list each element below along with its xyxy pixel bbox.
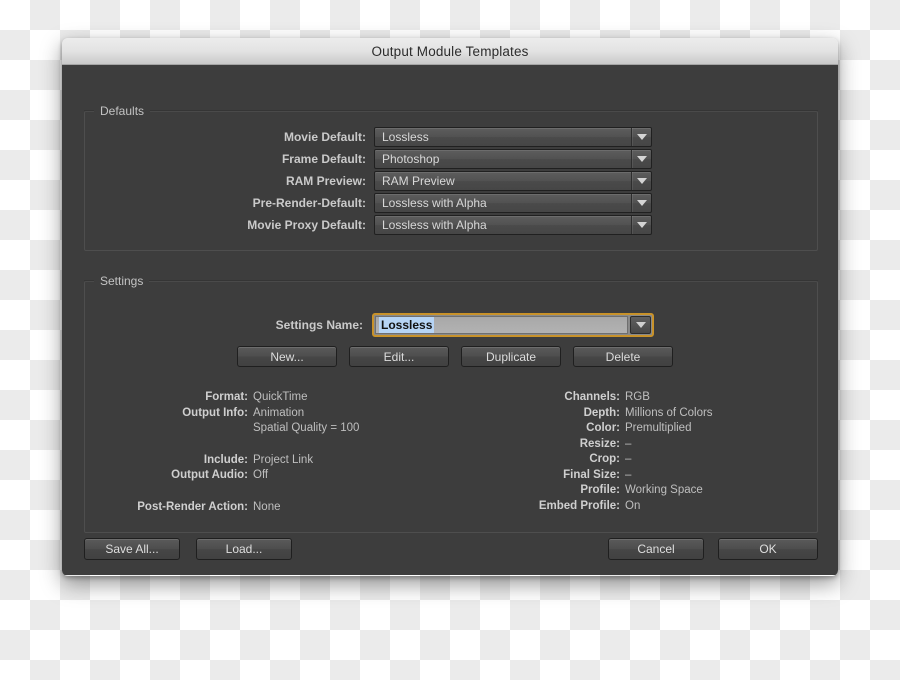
- info-value-profile: Working Space: [625, 484, 703, 496]
- ram-preview-label: RAM Preview:: [285, 174, 366, 188]
- info-value-output-info: Animation: [253, 406, 305, 419]
- frame-default-row: Frame Default: Photoshop: [85, 148, 817, 170]
- movie-default-row: Movie Default: Lossless: [85, 126, 817, 148]
- frame-default-dropdown[interactable]: Photoshop: [374, 149, 652, 169]
- settings-name-row: Settings Name: Lossless: [85, 312, 817, 338]
- info-value-output-audio: Off: [253, 469, 269, 481]
- edit-button[interactable]: Edit...: [349, 346, 449, 367]
- frame-default-value: Photoshop: [382, 152, 440, 166]
- info-row-final-size: Final Size: –: [445, 468, 775, 484]
- info-row-profile: Profile: Working Space: [445, 483, 775, 499]
- ram-preview-value: RAM Preview: [382, 174, 455, 188]
- info-value-format: QuickTime: [253, 391, 308, 403]
- info-value-crop: –: [625, 453, 632, 465]
- info-label-output-info: Output Info:: [182, 406, 248, 419]
- output-info-right-column: Channels: RGB Depth: Millions of Colors …: [445, 390, 775, 514]
- frame-default-label: Frame Default:: [281, 152, 366, 166]
- info-label-include: Include:: [203, 453, 248, 466]
- info-row-crop: Crop: –: [445, 452, 775, 468]
- load-button[interactable]: Load...: [196, 538, 292, 560]
- chevron-down-icon: [631, 216, 651, 234]
- info-row-depth: Depth: Millions of Colors: [445, 406, 775, 422]
- info-value-final-size: –: [625, 468, 632, 481]
- output-module-templates-dialog: Output Module Templates Defaults Movie D…: [62, 38, 838, 576]
- settings-group: Settings Settings Name: Lossless New... …: [84, 274, 818, 533]
- movie-default-label: Movie Default:: [283, 130, 366, 144]
- info-value-include: Project Link: [253, 453, 314, 466]
- settings-name-input[interactable]: Lossless: [375, 316, 628, 334]
- info-value-resize: –: [625, 437, 632, 450]
- info-row-embed-profile: Embed Profile: On: [445, 499, 775, 515]
- duplicate-button[interactable]: Duplicate: [461, 346, 561, 367]
- info-row-spatial-quality: Spatial Quality = 100: [85, 421, 415, 437]
- movie-proxy-default-dropdown[interactable]: Lossless with Alpha: [374, 215, 652, 235]
- info-row-output-audio: Output Audio: Off: [85, 468, 415, 484]
- chevron-down-icon: [631, 172, 651, 190]
- info-label-resize: Resize:: [579, 437, 620, 450]
- pre-render-default-row: Pre-Render-Default: Lossless with Alpha: [85, 192, 817, 214]
- ok-button[interactable]: OK: [718, 538, 818, 560]
- info-label-profile: Profile:: [580, 484, 620, 496]
- movie-default-dropdown[interactable]: Lossless: [374, 127, 652, 147]
- info-value-spatial-quality: Spatial Quality = 100: [253, 422, 360, 434]
- movie-default-value: Lossless: [382, 130, 429, 144]
- info-label-spatial-quality: [85, 421, 253, 437]
- defaults-group-label: Defaults: [94, 104, 151, 118]
- info-row-include: Include: Project Link: [85, 453, 415, 469]
- dialog-titlebar: Output Module Templates: [62, 38, 838, 65]
- delete-button[interactable]: Delete: [573, 346, 673, 367]
- chevron-down-icon: [631, 194, 651, 212]
- dialog-title: Output Module Templates: [371, 43, 529, 59]
- info-row-resize: Resize: –: [445, 437, 775, 453]
- info-row-format: Format: QuickTime: [85, 390, 415, 406]
- info-value-depth: Millions of Colors: [625, 406, 713, 419]
- info-label-format: Format:: [205, 391, 248, 403]
- info-row-output-info: Output Info: Animation: [85, 406, 415, 422]
- info-value-embed-profile: On: [625, 499, 641, 512]
- new-button[interactable]: New...: [237, 346, 337, 367]
- settings-name-combo[interactable]: Lossless: [372, 313, 654, 337]
- info-label-output-audio: Output Audio:: [171, 469, 248, 481]
- dialog-footer: Save All... Load... Cancel OK: [62, 533, 838, 575]
- cancel-button[interactable]: Cancel: [608, 538, 704, 560]
- info-label-embed-profile: Embed Profile:: [538, 499, 620, 512]
- info-label-post-render-action: Post-Render Action:: [137, 500, 248, 513]
- pre-render-default-dropdown[interactable]: Lossless with Alpha: [374, 193, 652, 213]
- info-value-post-render-action: None: [253, 500, 281, 513]
- movie-proxy-default-row: Movie Proxy Default: Lossless with Alpha: [85, 214, 817, 236]
- info-label-final-size: Final Size:: [563, 468, 620, 481]
- movie-proxy-default-value: Lossless with Alpha: [382, 218, 487, 232]
- chevron-down-icon[interactable]: [630, 316, 651, 334]
- chevron-down-icon: [631, 128, 651, 146]
- pre-render-default-label: Pre-Render-Default:: [252, 196, 366, 210]
- info-row-post-render-action: Post-Render Action: None: [85, 500, 415, 516]
- info-value-color: Premultiplied: [625, 422, 692, 434]
- info-label-color: Color:: [586, 422, 620, 434]
- save-all-button[interactable]: Save All...: [84, 538, 180, 560]
- settings-name-value: Lossless: [379, 317, 435, 333]
- output-info-left-column: Format: QuickTime Output Info: Animation…: [85, 390, 415, 515]
- info-label-depth: Depth:: [583, 406, 620, 419]
- dialog-body: Defaults Movie Default: Lossless Frame D…: [62, 65, 838, 575]
- info-label-channels: Channels:: [564, 391, 620, 403]
- ram-preview-dropdown[interactable]: RAM Preview: [374, 171, 652, 191]
- settings-action-buttons: New... Edit... Duplicate Delete: [237, 346, 673, 367]
- movie-proxy-default-label: Movie Proxy Default:: [247, 218, 366, 232]
- info-label-crop: Crop:: [589, 453, 620, 465]
- info-row-color: Color: Premultiplied: [445, 421, 775, 437]
- info-value-channels: RGB: [625, 391, 650, 403]
- ram-preview-row: RAM Preview: RAM Preview: [85, 170, 817, 192]
- chevron-down-icon: [631, 150, 651, 168]
- pre-render-default-value: Lossless with Alpha: [382, 196, 487, 210]
- settings-group-label: Settings: [94, 274, 150, 288]
- defaults-group: Defaults Movie Default: Lossless Frame D…: [84, 104, 818, 251]
- settings-name-label: Settings Name:: [275, 318, 363, 332]
- info-row-channels: Channels: RGB: [445, 390, 775, 406]
